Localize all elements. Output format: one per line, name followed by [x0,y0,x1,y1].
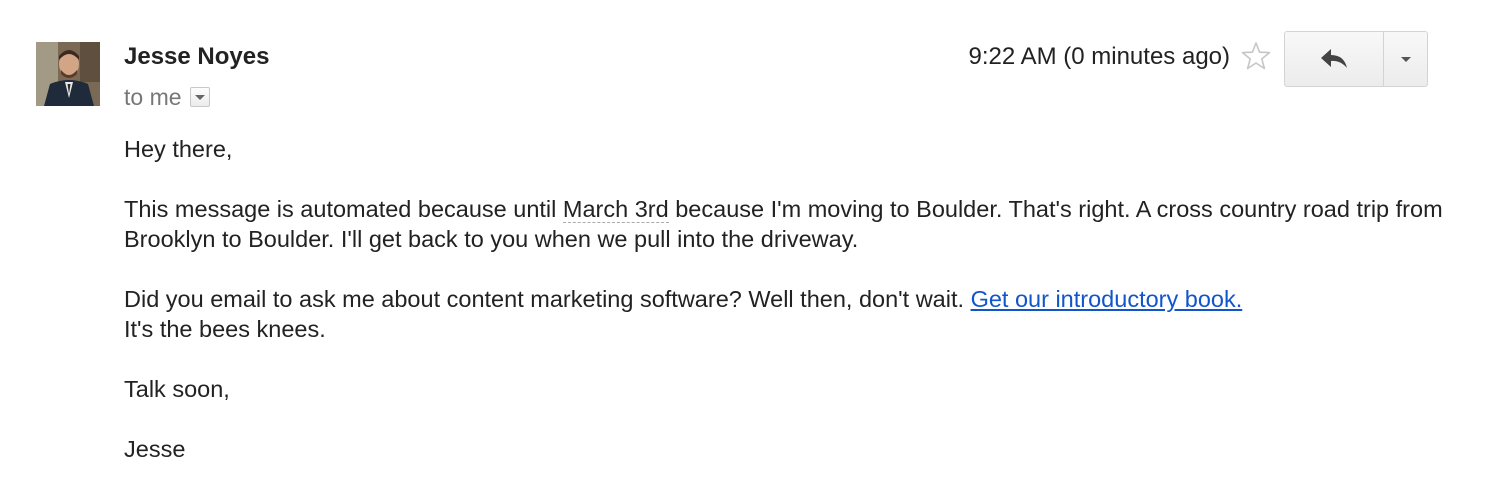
introductory-book-link[interactable]: Get our introductory book. [971,286,1243,312]
moving-text-start: This message is automated because until [124,196,563,222]
date-highlight[interactable]: March 3rd [562,196,669,223]
greeting-paragraph: Hey there, [124,136,233,162]
promo-paragraph: Did you email to ask me about content ma… [124,284,1444,344]
star-button[interactable] [1240,40,1272,72]
star-outline-icon [1241,42,1271,70]
message-timestamp: 9:22 AM (0 minutes ago) [968,43,1230,70]
avatar-photo [36,42,100,106]
promo-text: Did you email to ask me about content ma… [124,286,971,312]
sender-name[interactable]: Jesse Noyes [124,42,269,72]
signature: Jesse [124,436,186,462]
reply-button-group [1284,31,1428,87]
promo-text-tail: It's the bees knees. [124,316,326,342]
more-options-button[interactable] [1384,32,1427,86]
closing-paragraph: Talk soon, [124,376,230,402]
reply-button[interactable] [1285,32,1383,86]
sender-avatar[interactable] [36,42,100,106]
chevron-down-icon [1400,56,1411,62]
show-details-button[interactable] [189,87,210,107]
reply-arrow-icon [1321,49,1347,68]
recipient-line: to me [124,83,210,111]
recipient-label: to me [124,84,182,110]
message-body: Hey there, This message is automated bec… [124,134,1444,494]
chevron-down-icon [194,95,205,100]
moving-paragraph: This message is automated because until … [124,194,1444,254]
